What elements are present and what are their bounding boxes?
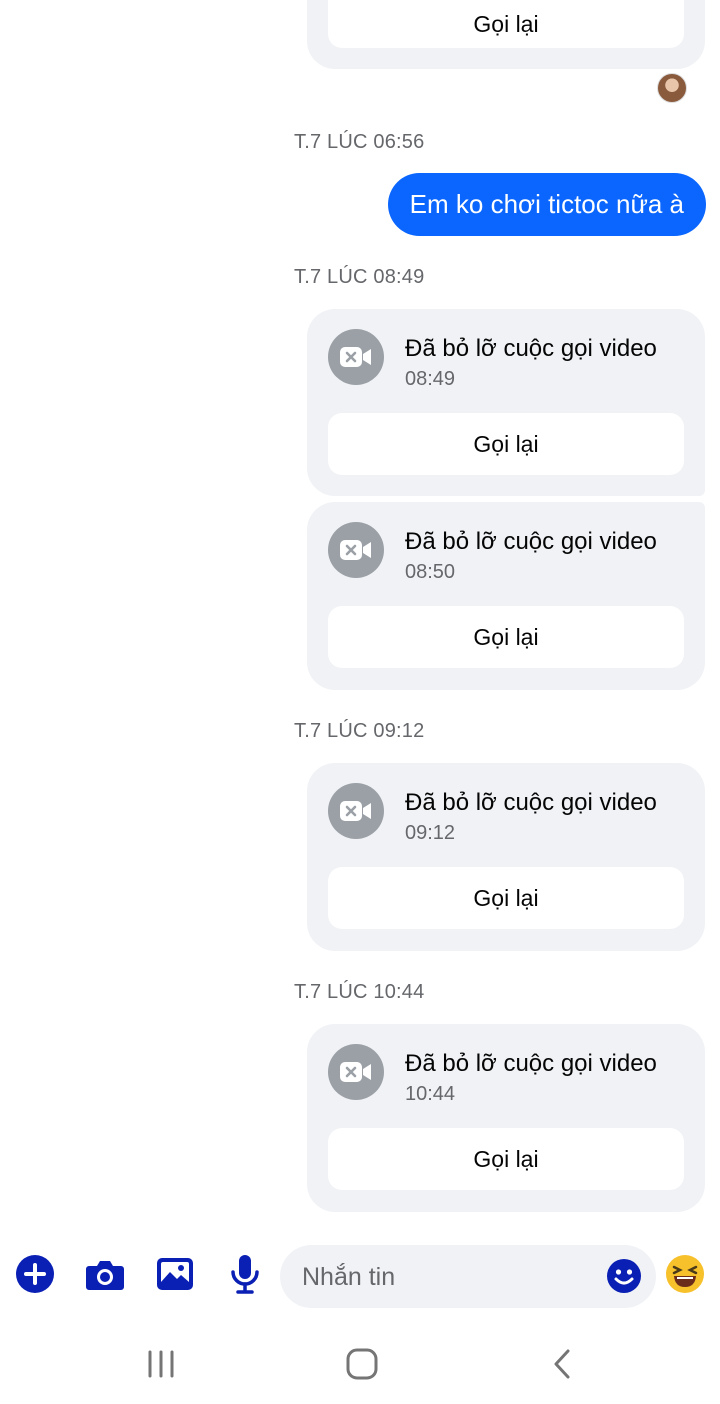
home-icon[interactable]	[345, 1347, 379, 1381]
call-title: Đã bỏ lỡ cuộc gọi video	[405, 1050, 657, 1077]
avatar[interactable]	[657, 73, 687, 103]
missed-call-card: Đã bỏ lỡ cuộc gọi video 09:12 Gọi lại	[307, 763, 705, 951]
missed-call-card: Đã bỏ lỡ cuộc gọi video 08:49 Gọi lại	[307, 309, 705, 496]
timestamp: T.7 LÚC 08:49	[294, 266, 425, 288]
callback-button[interactable]: Gọi lại	[328, 1128, 684, 1190]
plus-icon[interactable]	[14, 1253, 56, 1295]
callback-button[interactable]: Gọi lại	[328, 867, 684, 929]
outgoing-message[interactable]: Em ko chơi tictoc nữa à	[387, 173, 706, 236]
video-off-icon	[328, 522, 384, 578]
gallery-icon[interactable]	[154, 1253, 196, 1295]
missed-call-card-partial: Gọi lại	[307, 0, 705, 69]
camera-icon[interactable]	[84, 1253, 126, 1295]
call-time: 09:12	[405, 822, 456, 844]
back-icon[interactable]	[550, 1348, 574, 1380]
emoji-icon[interactable]	[606, 1258, 642, 1294]
message-input-placeholder: Nhắn tin	[302, 1263, 396, 1291]
message-input[interactable]: Nhắn tin	[280, 1245, 656, 1308]
timestamp: T.7 LÚC 06:56	[294, 131, 425, 153]
missed-call-card: Đã bỏ lỡ cuộc gọi video 10:44 Gọi lại	[307, 1024, 705, 1212]
missed-call-card: Đã bỏ lỡ cuộc gọi video 08:50 Gọi lại	[307, 502, 705, 690]
call-title: Đã bỏ lỡ cuộc gọi video	[405, 789, 657, 816]
call-title: Đã bỏ lỡ cuộc gọi video	[405, 335, 657, 362]
timestamp: T.7 LÚC 09:12	[294, 720, 425, 742]
timestamp: T.7 LÚC 10:44	[294, 981, 425, 1003]
callback-button[interactable]: Gọi lại	[328, 0, 684, 48]
video-off-icon	[328, 783, 384, 839]
recents-icon[interactable]	[146, 1350, 176, 1378]
call-title: Đã bỏ lỡ cuộc gọi video	[405, 528, 657, 555]
callback-button[interactable]: Gọi lại	[328, 606, 684, 668]
laughing-emoji-icon[interactable]	[664, 1253, 706, 1295]
callback-button[interactable]: Gọi lại	[328, 413, 684, 475]
video-off-icon	[328, 1044, 384, 1100]
call-time: 08:50	[405, 561, 456, 583]
call-time: 10:44	[405, 1083, 456, 1105]
microphone-icon[interactable]	[224, 1253, 266, 1295]
video-off-icon	[328, 329, 384, 385]
call-time: 08:49	[405, 368, 456, 390]
system-navigation-bar	[0, 1322, 720, 1404]
